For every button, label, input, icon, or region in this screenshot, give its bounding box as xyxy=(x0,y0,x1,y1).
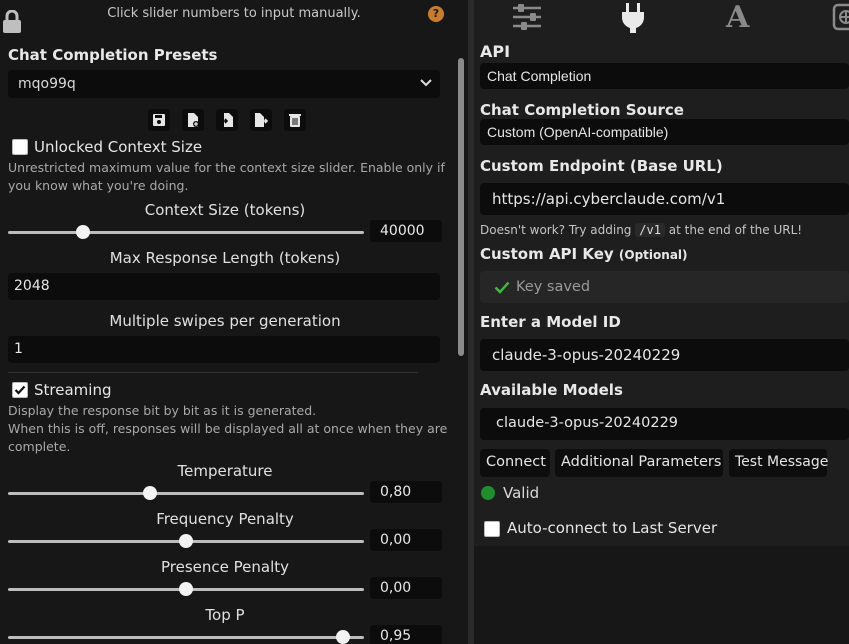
endpoint-value: https://api.cyberclaude.com/v1 xyxy=(492,190,726,208)
import-icon[interactable] xyxy=(216,109,239,131)
api-key-input[interactable]: Key saved xyxy=(480,271,849,303)
top-p-slider[interactable] xyxy=(8,630,364,644)
presence-penalty-label: Presence Penalty xyxy=(160,558,289,576)
panel-footer xyxy=(474,546,849,644)
presence-penalty-slider[interactable] xyxy=(8,582,364,596)
available-models-select[interactable]: claude-3-opus-20240229 xyxy=(480,408,849,440)
model-id-title: Enter a Model ID xyxy=(480,313,621,331)
presets-title: Chat Completion Presets xyxy=(8,46,218,64)
plug-icon[interactable] xyxy=(620,2,646,38)
unlocked-context-label: Unlocked Context Size xyxy=(34,138,203,156)
test-message-button[interactable]: Test Message xyxy=(729,449,829,477)
additional-parameters-label: Additional Parameters xyxy=(561,454,722,470)
slider-thumb[interactable] xyxy=(75,225,90,239)
frequency-penalty-value: 0,00 xyxy=(380,532,412,548)
connect-button[interactable]: Connect xyxy=(480,449,550,477)
streaming-checkbox[interactable] xyxy=(12,382,28,398)
model-id-input[interactable]: claude-3-opus-20240229 xyxy=(480,339,849,371)
preset-actions xyxy=(148,109,313,135)
top-p-value: 0,95 xyxy=(380,628,412,644)
context-size-label: Context Size (tokens) xyxy=(144,201,306,219)
temperature-input[interactable]: 0,80 xyxy=(370,481,442,503)
max-response-label: Max Response Length (tokens) xyxy=(109,249,341,267)
scrollbar[interactable] xyxy=(458,58,464,356)
frequency-penalty-label: Frequency Penalty xyxy=(156,510,294,528)
additional-parameters-button[interactable]: Additional Parameters xyxy=(555,449,723,477)
streaming-note-3: complete. xyxy=(8,439,71,454)
endpoint-hint-code: /v1 xyxy=(635,223,665,237)
api-key-title-text: Custom API Key xyxy=(480,245,614,263)
context-size-slider[interactable] xyxy=(8,225,364,239)
divider xyxy=(8,372,418,373)
streaming-note-1: Display the response bit by bit as it is… xyxy=(8,403,317,418)
presence-penalty-value: 0,00 xyxy=(380,580,412,596)
trash-icon[interactable] xyxy=(284,109,307,131)
source-value: Custom (OpenAI-compatible) xyxy=(487,124,669,140)
context-size-input[interactable]: 40000 xyxy=(370,220,442,242)
chevron-down-icon xyxy=(420,79,432,87)
frequency-penalty-input[interactable]: 0,00 xyxy=(370,529,442,551)
swipes-input[interactable]: 1 xyxy=(8,336,440,363)
top-p-input[interactable]: 0,95 xyxy=(370,625,442,644)
available-models-title: Available Models xyxy=(480,381,623,399)
status-text: Valid xyxy=(503,484,540,502)
frequency-penalty-slider[interactable] xyxy=(8,534,364,548)
sliders-icon[interactable] xyxy=(510,2,544,36)
endpoint-hint-pre: Doesn't work? Try adding xyxy=(480,223,632,237)
swipes-value: 1 xyxy=(14,341,23,357)
top-p-label: Top P xyxy=(205,606,245,624)
slider-thumb[interactable] xyxy=(143,486,158,500)
unlocked-note-2: you know what you're doing. xyxy=(8,178,189,193)
save-icon[interactable] xyxy=(148,109,170,131)
swipes-label: Multiple swipes per generation xyxy=(109,312,341,330)
streaming-note-2: When this is off, responses will be disp… xyxy=(8,421,448,436)
source-title: Chat Completion Source xyxy=(480,101,684,119)
extensions-icon[interactable] xyxy=(832,2,849,36)
max-response-input[interactable]: 2048 xyxy=(8,273,440,300)
slider-thumb[interactable] xyxy=(179,582,193,596)
preset-value: mqo99q xyxy=(18,76,76,92)
presence-penalty-input[interactable]: 0,00 xyxy=(370,577,442,599)
source-select[interactable]: Custom (OpenAI-compatible) xyxy=(480,119,849,145)
slider-thumb[interactable] xyxy=(179,534,193,548)
api-connections-panel: A API Chat Completion Chat Completion So… xyxy=(474,0,849,644)
api-key-optional: (Optional) xyxy=(618,248,688,262)
api-title: API xyxy=(480,42,511,61)
endpoint-input[interactable]: https://api.cyberclaude.com/v1 xyxy=(480,183,849,215)
api-select[interactable]: Chat Completion xyxy=(480,63,849,89)
font-icon[interactable]: A xyxy=(726,0,749,35)
max-response-value: 2048 xyxy=(14,278,50,294)
streaming-label: Streaming xyxy=(34,381,112,399)
unlocked-context-checkbox[interactable] xyxy=(12,139,28,155)
manual-input-hint: Click slider numbers to input manually. xyxy=(107,6,361,21)
top-nav-tabs: A xyxy=(474,0,849,36)
check-icon xyxy=(494,281,510,294)
endpoint-hint: Doesn't work? Try adding /v1 at the end … xyxy=(480,221,802,239)
status-dot xyxy=(481,486,495,500)
completion-settings-panel: Click slider numbers to input manually. … xyxy=(0,0,468,644)
auto-connect-checkbox[interactable] xyxy=(484,521,500,537)
api-key-value: Key saved xyxy=(516,279,591,295)
context-size-value: 40000 xyxy=(380,223,425,239)
new-file-icon[interactable] xyxy=(182,109,205,131)
available-models-value: claude-3-opus-20240229 xyxy=(496,415,679,431)
check-icon xyxy=(14,385,26,395)
api-value: Chat Completion xyxy=(487,68,592,84)
temperature-slider[interactable] xyxy=(8,486,364,500)
model-id-value: claude-3-opus-20240229 xyxy=(492,346,681,364)
test-message-label: Test Message xyxy=(735,454,829,470)
connect-label: Connect xyxy=(486,454,546,470)
preset-select[interactable]: mqo99q xyxy=(8,70,440,98)
endpoint-hint-post: at the end of the URL! xyxy=(668,223,803,237)
slider-thumb[interactable] xyxy=(335,630,350,644)
auto-connect-label: Auto-connect to Last Server xyxy=(507,519,718,537)
api-key-title: Custom API Key (Optional) xyxy=(480,245,688,263)
help-icon[interactable]: ? xyxy=(428,6,444,22)
temperature-value: 0,80 xyxy=(380,484,412,500)
endpoint-title: Custom Endpoint (Base URL) xyxy=(480,157,723,175)
temperature-label: Temperature xyxy=(177,462,273,480)
export-icon[interactable] xyxy=(250,109,273,131)
unlocked-note-1: Unrestricted maximum value for the conte… xyxy=(8,160,445,175)
